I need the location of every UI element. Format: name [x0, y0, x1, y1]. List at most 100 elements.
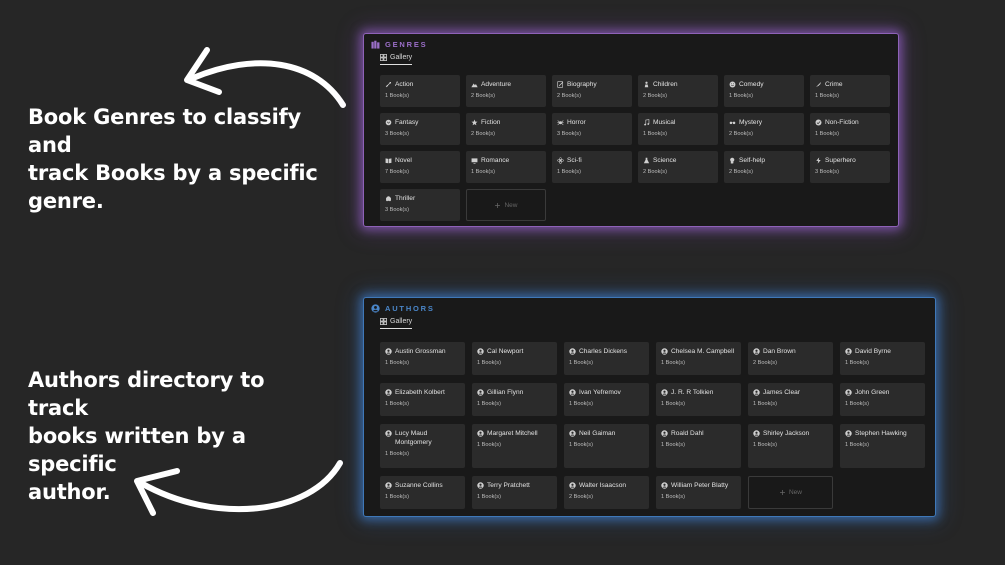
author-card[interactable]: Dan Brown 2 Book(s) — [748, 342, 833, 375]
genre-card[interactable]: Fiction 2 Book(s) — [466, 113, 546, 145]
author-card[interactable]: Chelsea M. Campbell 1 Book(s) — [656, 342, 741, 375]
author-card[interactable]: William Peter Blatty 1 Book(s) — [656, 476, 741, 509]
star-icon — [471, 119, 478, 126]
person-circle-icon — [569, 348, 576, 355]
book-count: 1 Book(s) — [477, 360, 501, 366]
genre-card[interactable]: Action 1 Book(s) — [380, 75, 460, 107]
genre-card[interactable]: Romance 1 Book(s) — [466, 151, 546, 183]
card-title-row: Romance — [471, 156, 541, 165]
card-title: Science — [653, 157, 677, 164]
card-title-row: Austin Grossman — [385, 347, 460, 356]
genre-card[interactable]: Fantasy 3 Book(s) — [380, 113, 460, 145]
author-card[interactable]: Terry Pratchett 1 Book(s) — [472, 476, 557, 509]
card-title-row: Non-Fiction — [815, 118, 885, 127]
author-card[interactable]: Neil Gaiman 1 Book(s) — [564, 424, 649, 468]
card-title-row: Self-help — [729, 156, 799, 165]
tab-gallery[interactable]: Gallery — [380, 54, 413, 65]
genre-card[interactable]: Science 2 Book(s) — [638, 151, 718, 183]
card-title: Comedy — [739, 81, 764, 88]
dragon-icon — [385, 119, 392, 126]
author-card[interactable]: Walter Isaacson 2 Book(s) — [564, 476, 649, 509]
author-card[interactable]: Stephen Hawking 1 Book(s) — [840, 424, 925, 468]
book-count: 2 Book(s) — [643, 169, 667, 175]
author-card[interactable]: J. R. R Tolkien 1 Book(s) — [656, 383, 741, 416]
genre-card[interactable]: Children 2 Book(s) — [638, 75, 718, 107]
book-count: 1 Book(s) — [815, 93, 839, 99]
person-circle-icon — [385, 348, 392, 355]
genre-card[interactable]: Novel 7 Book(s) — [380, 151, 460, 183]
card-title-row: Fiction — [471, 118, 541, 127]
card-title-row: Walter Isaacson — [569, 481, 644, 490]
card-title-row: Charles Dickens — [569, 347, 644, 356]
author-card[interactable]: Lucy Maud Montgomery 1 Book(s) — [380, 424, 465, 468]
genre-card[interactable]: Self-help 2 Book(s) — [724, 151, 804, 183]
card-title-row: Novel — [385, 156, 455, 165]
card-title: Austin Grossman — [395, 348, 446, 355]
card-title: Terry Pratchett — [487, 482, 530, 489]
tab-gallery[interactable]: Gallery — [380, 318, 413, 329]
new-genre-button[interactable]: New — [466, 189, 546, 221]
person-circle-icon — [569, 482, 576, 489]
genre-card[interactable]: Non-Fiction 1 Book(s) — [810, 113, 890, 145]
author-card[interactable]: Suzanne Collins 1 Book(s) — [380, 476, 465, 509]
new-author-button[interactable]: New — [748, 476, 833, 509]
genre-card[interactable]: Biography 2 Book(s) — [552, 75, 632, 107]
person-circle-icon — [477, 482, 484, 489]
genre-card[interactable]: Comedy 1 Book(s) — [724, 75, 804, 107]
card-title: Walter Isaacson — [579, 482, 627, 489]
genre-card[interactable]: Thriller 3 Book(s) — [380, 189, 460, 221]
book-count: 1 Book(s) — [845, 442, 869, 448]
genres-title: GENRES — [385, 40, 428, 49]
genre-card[interactable]: Sci-fi 1 Book(s) — [552, 151, 632, 183]
book-count: 2 Book(s) — [643, 93, 667, 99]
genre-card[interactable]: Adventure 2 Book(s) — [466, 75, 546, 107]
book-count: 1 Book(s) — [753, 442, 777, 448]
card-title-row: Cal Newport — [477, 347, 552, 356]
author-card[interactable]: Ivan Yefremov 1 Book(s) — [564, 383, 649, 416]
card-title-row: Fantasy — [385, 118, 455, 127]
card-title-row: James Clear — [753, 388, 828, 397]
book-icon — [385, 158, 392, 164]
book-count: 1 Book(s) — [385, 451, 409, 457]
music-note-icon — [644, 119, 650, 126]
caption-line: track Books by a specific — [28, 161, 318, 185]
card-title-row: Horror — [557, 118, 627, 127]
author-card[interactable]: Margaret Mitchell 1 Book(s) — [472, 424, 557, 468]
genre-card[interactable]: Musical 1 Book(s) — [638, 113, 718, 145]
author-card[interactable]: Cal Newport 1 Book(s) — [472, 342, 557, 375]
book-count: 1 Book(s) — [477, 494, 501, 500]
person-circle-icon — [385, 389, 392, 396]
book-count: 1 Book(s) — [661, 442, 685, 448]
author-card[interactable]: Gillian Flynn 1 Book(s) — [472, 383, 557, 416]
genre-card[interactable]: Horror 3 Book(s) — [552, 113, 632, 145]
author-card[interactable]: James Clear 1 Book(s) — [748, 383, 833, 416]
card-title: Roald Dahl — [671, 430, 704, 437]
author-card[interactable]: Elizabeth Kolbert 1 Book(s) — [380, 383, 465, 416]
card-title-row: Action — [385, 80, 455, 89]
book-count: 2 Book(s) — [753, 360, 777, 366]
card-title-row: Mystery — [729, 118, 799, 127]
genre-card[interactable]: Mystery 2 Book(s) — [724, 113, 804, 145]
genre-card[interactable]: Crime 1 Book(s) — [810, 75, 890, 107]
book-count: 1 Book(s) — [385, 360, 409, 366]
book-count: 1 Book(s) — [729, 93, 753, 99]
card-title: Gillian Flynn — [487, 389, 524, 396]
head-icon — [730, 157, 735, 164]
sword-icon — [385, 82, 391, 88]
author-card[interactable]: David Byrne 1 Book(s) — [840, 342, 925, 375]
child-icon — [644, 81, 649, 88]
curved-arrow-up-icon — [184, 47, 346, 108]
person-circle-icon — [477, 430, 484, 437]
card-title: Dan Brown — [763, 348, 796, 355]
person-circle-icon — [661, 389, 668, 396]
book-count: 1 Book(s) — [753, 401, 777, 407]
author-card[interactable]: Charles Dickens 1 Book(s) — [564, 342, 649, 375]
card-title: Charles Dickens — [579, 348, 628, 355]
card-title: J. R. R Tolkien — [671, 389, 714, 396]
author-card[interactable]: Austin Grossman 1 Book(s) — [380, 342, 465, 375]
person-circle-icon — [371, 304, 380, 313]
author-card[interactable]: Roald Dahl 1 Book(s) — [656, 424, 741, 468]
author-card[interactable]: John Green 1 Book(s) — [840, 383, 925, 416]
genre-card[interactable]: Superhero 3 Book(s) — [810, 151, 890, 183]
author-card[interactable]: Shirley Jackson 1 Book(s) — [748, 424, 833, 468]
